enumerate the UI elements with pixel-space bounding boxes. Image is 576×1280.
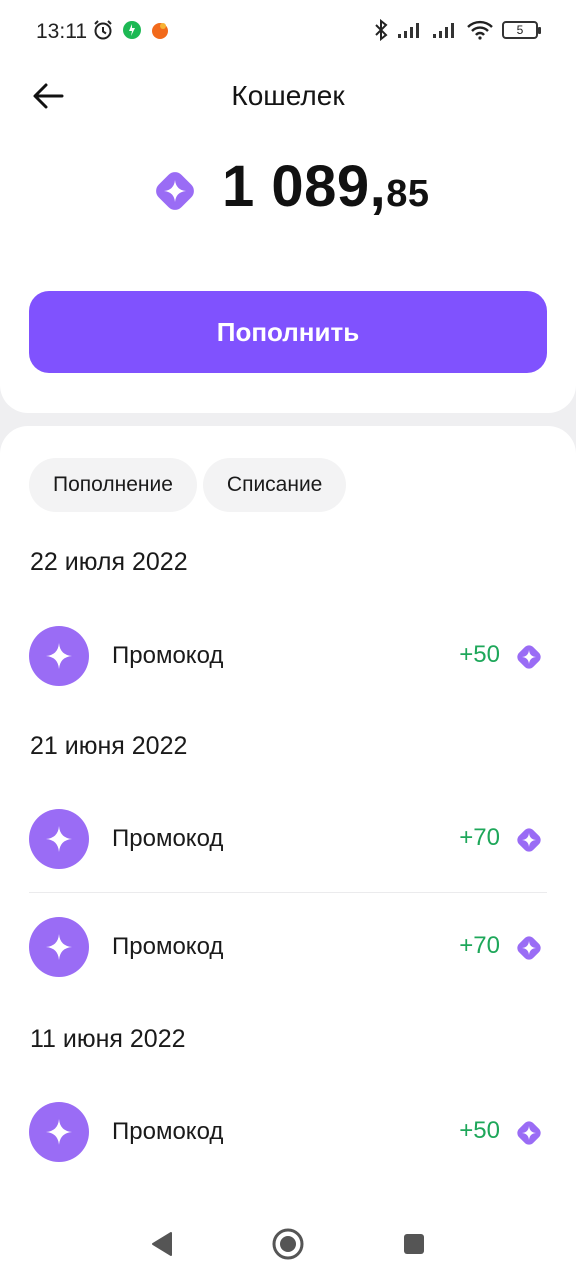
transaction-row[interactable]: Промокод +50 [0, 1082, 576, 1182]
transaction-label: Промокод [112, 642, 224, 669]
nav-home-button[interactable] [268, 1224, 308, 1264]
page-header: Кошелек [0, 64, 576, 130]
star-coin-icon [150, 166, 200, 216]
transaction-amount: +70 [459, 824, 500, 851]
transaction-row[interactable]: Промокод +70 [0, 789, 576, 889]
recents-square-icon [402, 1232, 426, 1256]
date-heading: 11 июня 2022 [30, 1025, 186, 1053]
star-coin-icon [514, 1118, 544, 1148]
home-circle-icon [271, 1227, 305, 1261]
filter-topups[interactable]: Пополнение [29, 458, 197, 512]
sparkle-avatar-icon [29, 1102, 89, 1162]
nav-recents-button[interactable] [394, 1224, 434, 1264]
page-title: Кошелек [231, 80, 345, 111]
wifi-icon [467, 20, 493, 40]
balance-whole: 1 089, [222, 154, 387, 219]
transaction-row[interactable]: Промокод +70 [0, 897, 576, 997]
system-nav-bar [0, 1196, 576, 1280]
app-notification-icon [122, 20, 142, 40]
sparkle-avatar-icon [29, 809, 89, 869]
status-right-icons: 5 [374, 19, 541, 41]
transaction-amount: +70 [459, 932, 500, 959]
signal-icon [397, 21, 423, 39]
balance-amount: 1 089,85 [222, 155, 430, 226]
filter-chips: Пополнение Списание [29, 458, 347, 512]
alarm-icon [92, 19, 114, 41]
star-coin-icon [514, 825, 544, 855]
back-triangle-icon [150, 1231, 174, 1257]
sparkle-avatar-icon [29, 626, 89, 686]
date-heading: 21 июня 2022 [30, 732, 188, 760]
transaction-history: Пополнение Списание 22 июля 2022 Промоко… [0, 426, 576, 1280]
transaction-label: Промокод [112, 1118, 224, 1145]
transaction-label: Промокод [112, 933, 224, 960]
star-coin-icon [514, 642, 544, 672]
date-heading: 22 июля 2022 [30, 548, 188, 576]
topup-button[interactable]: Пополнить [29, 291, 547, 373]
transaction-row[interactable]: Промокод +50 [0, 606, 576, 706]
transaction-label: Промокод [112, 825, 224, 852]
battery-icon: 5 [502, 21, 541, 39]
transaction-amount: +50 [459, 1117, 500, 1144]
signal-icon [432, 21, 458, 39]
wallet-summary-card: 13:11 5 Кошелек 1 089,85 Пополнить [0, 0, 576, 413]
bluetooth-icon [374, 19, 388, 41]
row-divider [29, 892, 547, 893]
status-time: 13:11 [36, 20, 87, 43]
balance-cents: 85 [386, 173, 430, 215]
transaction-amount: +50 [459, 641, 500, 668]
star-coin-icon [514, 933, 544, 963]
balance-display: 1 089,85 [150, 155, 430, 226]
status-left-icons [92, 19, 170, 41]
filter-withdrawals[interactable]: Списание [202, 458, 347, 512]
sparkle-avatar-icon [29, 917, 89, 977]
status-bar: 13:11 5 [0, 0, 576, 64]
app-notification-icon [150, 20, 170, 40]
nav-back-button[interactable] [142, 1224, 182, 1264]
